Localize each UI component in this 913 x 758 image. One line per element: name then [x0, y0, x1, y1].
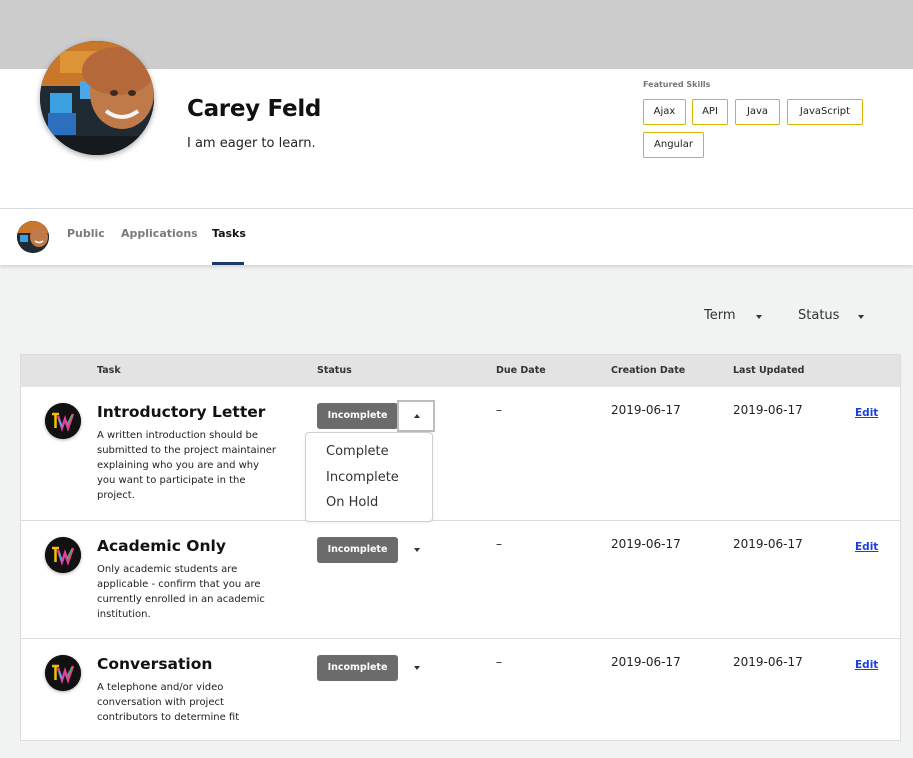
caret-up-icon	[414, 414, 420, 418]
tw-logo-icon	[45, 403, 81, 439]
tasks-table: Task Status Due Date Creation Date Last …	[20, 354, 901, 741]
term-filter[interactable]: Term	[704, 308, 736, 323]
creation-date: 2019-06-17	[611, 403, 681, 417]
tab-public[interactable]: Public	[67, 227, 105, 240]
status-option-incomplete[interactable]: Incomplete	[326, 470, 399, 485]
edit-link[interactable]: Edit	[855, 659, 878, 671]
status-option-complete[interactable]: Complete	[326, 444, 389, 459]
profile-name: Carey Feld	[187, 96, 322, 122]
profile-avatar	[40, 41, 154, 155]
status-option-on-hold[interactable]: On Hold	[326, 495, 378, 510]
edit-link[interactable]: Edit	[855, 541, 878, 553]
tw-logo-icon	[45, 537, 81, 573]
featured-skills-title: Featured Skills	[643, 80, 711, 89]
table-row: Introductory Letter A written introducti…	[21, 387, 900, 520]
last-updated: 2019-06-17	[733, 655, 803, 669]
caret-down-icon	[414, 548, 420, 552]
header-due-date: Due Date	[496, 365, 546, 376]
table-header: Task Status Due Date Creation Date Last …	[21, 355, 900, 387]
status-filter[interactable]: Status	[798, 308, 839, 323]
last-updated: 2019-06-17	[733, 537, 803, 551]
header-status: Status	[317, 365, 352, 376]
due-date: –	[496, 537, 502, 551]
due-date: –	[496, 655, 502, 669]
status-dropdown-toggle[interactable]	[397, 534, 435, 566]
caret-down-icon[interactable]	[756, 315, 762, 319]
task-title: Introductory Letter	[97, 403, 266, 421]
caret-down-icon[interactable]	[858, 315, 864, 319]
tw-logo-icon	[45, 655, 81, 691]
status-dropdown-toggle[interactable]	[397, 400, 435, 432]
task-description: A written introduction should be submitt…	[97, 430, 277, 501]
status-dropdown-menu: Complete Incomplete On Hold	[305, 432, 433, 522]
skill-chip-api[interactable]: API	[692, 99, 728, 125]
due-date: –	[496, 403, 502, 417]
table-row: Academic Only Only academic students are…	[21, 520, 900, 638]
status-button[interactable]: Incomplete	[317, 537, 398, 563]
tab-tasks[interactable]: Tasks	[212, 227, 246, 240]
task-description: A telephone and/or video conversation wi…	[97, 682, 240, 723]
table-row: Conversation A telephone and/or video co…	[21, 638, 900, 740]
skill-chip-ajax[interactable]: Ajax	[643, 99, 686, 125]
creation-date: 2019-06-17	[611, 655, 681, 669]
caret-down-icon	[414, 666, 420, 670]
profile-nav: Public Applications Tasks	[0, 209, 913, 265]
skill-chip-angular[interactable]: Angular	[643, 132, 704, 158]
skill-chip-java[interactable]: Java	[735, 99, 780, 125]
header-last-updated: Last Updated	[733, 365, 805, 376]
task-description: Only academic students are applicable - …	[97, 564, 265, 620]
last-updated: 2019-06-17	[733, 403, 803, 417]
header-task: Task	[97, 365, 121, 376]
task-title: Academic Only	[97, 537, 226, 555]
status-dropdown-toggle[interactable]	[397, 652, 435, 684]
nav-avatar[interactable]	[17, 221, 49, 253]
active-tab-indicator	[212, 262, 244, 265]
status-button[interactable]: Incomplete	[317, 403, 398, 429]
skill-chip-javascript[interactable]: JavaScript	[787, 99, 863, 125]
header-creation-date: Creation Date	[611, 365, 686, 376]
status-button[interactable]: Incomplete	[317, 655, 398, 681]
task-title: Conversation	[97, 655, 213, 673]
edit-link[interactable]: Edit	[855, 407, 878, 419]
profile-tagline: I am eager to learn.	[187, 136, 316, 151]
tab-applications[interactable]: Applications	[121, 227, 198, 240]
creation-date: 2019-06-17	[611, 537, 681, 551]
